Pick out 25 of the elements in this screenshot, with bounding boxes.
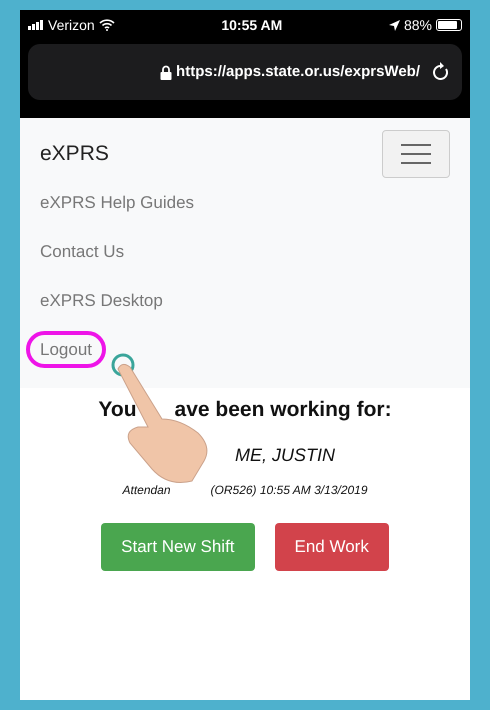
heading-text: ave been working for:: [174, 397, 392, 423]
action-button[interactable]: Start New Shift: [101, 522, 255, 570]
menu-link[interactable]: Logout: [26, 330, 106, 368]
action-button[interactable]: End Work: [274, 522, 389, 570]
wifi-icon: [98, 19, 115, 31]
carrier-name: Verizon: [48, 16, 95, 34]
address-bar[interactable]: https://apps.state.or.us/exprsWeb/: [28, 44, 462, 100]
battery-percentage: 88%: [404, 16, 432, 34]
battery-icon: [436, 19, 462, 31]
url-text: https://apps.state.or.us/exprsWeb/: [176, 62, 420, 82]
reload-icon[interactable]: [432, 62, 450, 82]
detail-text: Attendan: [122, 482, 171, 498]
lock-icon: [160, 64, 172, 80]
menu-link[interactable]: eXPRS Help Guides: [40, 190, 194, 216]
menu-toggle-button[interactable]: [382, 130, 450, 178]
detail-text: (OR526) 10:55 AM 3/13/2019: [210, 482, 368, 498]
client-name: ME, JUSTIN: [234, 444, 335, 466]
signal-icon: [28, 20, 44, 30]
clock-time: 10:55 AM: [221, 16, 282, 34]
menu-link[interactable]: Contact Us: [40, 238, 124, 264]
menu-icon: [401, 143, 431, 165]
heading-text: You: [98, 397, 137, 423]
menu-link[interactable]: eXPRS Desktop: [40, 288, 163, 314]
location-arrow-icon: [388, 20, 400, 30]
brand-name[interactable]: eXPRS: [40, 138, 109, 170]
